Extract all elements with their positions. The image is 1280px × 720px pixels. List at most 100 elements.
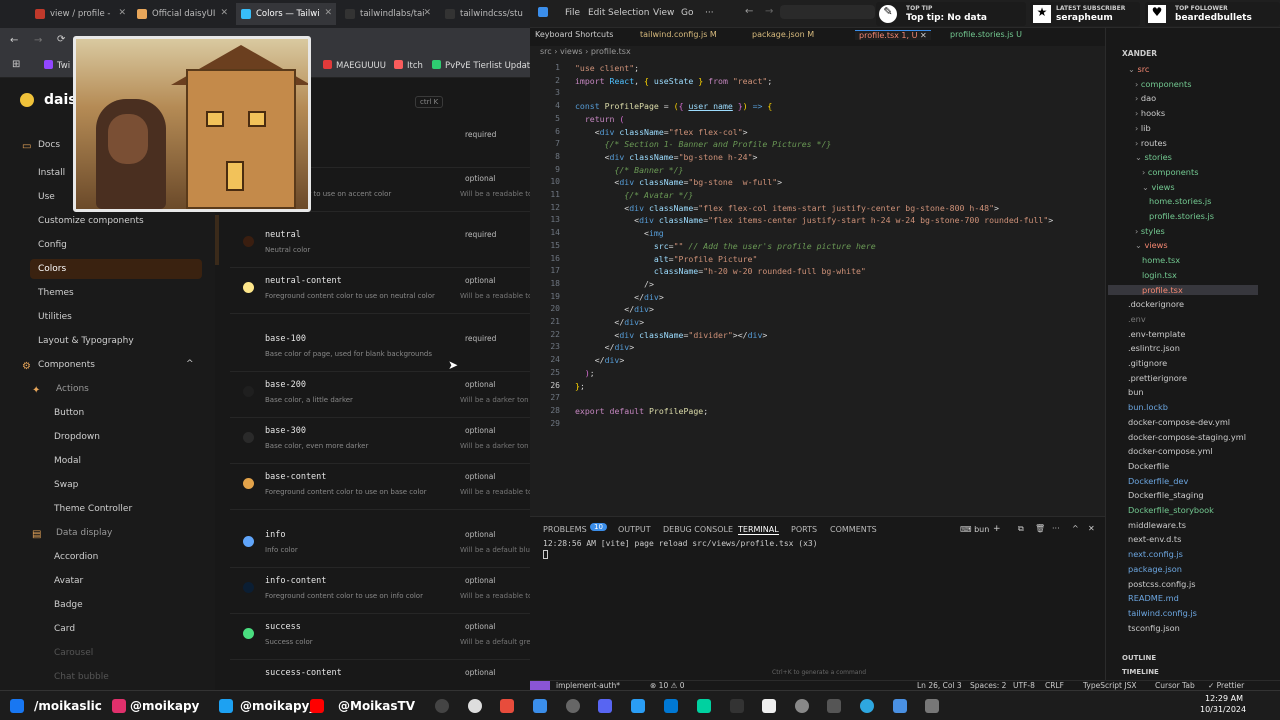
reload-icon[interactable]: ⟳ [57,34,65,45]
sidebar-item-carousel[interactable]: Carousel [54,648,93,658]
obs-icon[interactable] [566,699,580,713]
explorer-file[interactable]: .gitignore [1128,358,1167,368]
explorer-file[interactable]: bun.lockb [1128,402,1168,412]
explorer-file[interactable]: next.config.js [1128,549,1183,559]
code-line[interactable]: </div> [575,355,625,365]
sidebar-item-avatar[interactable]: Avatar [54,576,83,586]
code-line[interactable]: alt="Profile Picture" [575,254,758,264]
bookmark[interactable]: Twi [44,60,70,71]
browser-tab[interactable]: Official daisyUI ✕ [132,3,232,25]
line-ending[interactable]: CRLF [1045,681,1064,690]
explorer-file[interactable]: bun [1128,387,1144,397]
app-icon[interactable] [435,699,449,713]
breadcrumb[interactable]: src › views › profile.tsx [530,47,1105,61]
app-icon[interactable] [925,699,939,713]
maximize-panel-icon[interactable]: ^ [1072,524,1079,533]
explorer-folder[interactable]: › lib [1135,123,1151,133]
code-line[interactable]: <div className="flex items-center justif… [575,215,1053,225]
back-icon[interactable]: ← [10,35,18,46]
explorer-folder[interactable]: › routes [1135,138,1167,148]
bookmark[interactable]: PvPvE Tierlist Updat... [432,60,538,71]
trash-icon[interactable]: 🗑 [1035,524,1045,533]
sidebar-item-actions[interactable]: Actions [56,384,89,394]
bookmark[interactable]: Itch [394,60,423,71]
sidebar-item-theme-controller[interactable]: Theme Controller [54,504,132,514]
explorer-file[interactable]: package.json [1128,564,1182,574]
apps-icon[interactable]: ⊞ [12,59,20,70]
bookmark[interactable]: MAEGUUUU [323,60,386,71]
new-terminal-icon[interactable]: + [993,524,1001,534]
sidebar-item-docs[interactable]: Docs [38,140,60,150]
editor-tab[interactable]: tailwind.config.js M [640,30,717,39]
vscode-icon[interactable] [533,699,547,713]
code-line[interactable]: className="h-20 w-20 rounded-full bg-whi… [575,266,866,276]
code-editor[interactable]: 1 "use client"; 2 import React, { useState … [530,61,1105,516]
git-branch[interactable]: implement-auth* [556,681,620,690]
explorer-folder[interactable]: › dao [1135,93,1156,103]
code-line[interactable]: {/* Banner */} [575,165,683,175]
menu-edit[interactable]: Edit [588,8,605,18]
explorer-file[interactable]: .dockerignore [1128,299,1184,309]
code-line[interactable]: </div> [575,317,644,327]
close-icon[interactable]: ✕ [220,8,228,18]
explorer-file[interactable]: next-env.d.ts [1128,534,1181,544]
close-panel-icon[interactable]: ✕ [1088,524,1095,533]
sidebar-item-components[interactable]: Components [38,360,95,370]
explorer-file[interactable]: Dockerfile_storybook [1128,505,1214,515]
explorer-file[interactable]: profile.stories.js [1149,211,1214,221]
tab-debug-console[interactable]: DEBUG CONSOLE [663,525,733,534]
code-line[interactable]: /> [575,279,654,289]
explorer-file[interactable]: profile.tsx [1108,284,1258,295]
explorer-folder[interactable]: ⌄ src [1128,64,1149,74]
terminal-icon[interactable] [827,699,841,713]
terminal-name[interactable]: ⌨ bun [960,525,989,534]
code-line[interactable]: {/* Section 1- Banner and Profile Pictur… [575,139,832,149]
explorer-folder[interactable]: › styles [1135,226,1165,236]
tab-terminal[interactable]: TERMINAL [738,525,779,535]
cursor-tab[interactable]: Cursor Tab [1155,681,1195,690]
close-icon[interactable]: ✕ [118,8,126,18]
app-icon[interactable] [795,699,809,713]
explorer-file[interactable]: home.tsx [1142,255,1180,265]
explorer-file[interactable]: Dockerfile_dev [1128,476,1188,486]
menu-more[interactable]: ··· [705,8,714,18]
code-line[interactable]: return ( [575,114,624,124]
sidebar-item-modal[interactable]: Modal [54,456,81,466]
tab-ports[interactable]: PORTS [791,525,817,534]
code-line[interactable]: <div className="divider"></div> [575,330,767,340]
chevron-up-icon[interactable]: ^ [186,359,194,369]
code-line[interactable]: <img [575,228,664,238]
indentation[interactable]: Spaces: 2 [970,681,1006,690]
explorer-file[interactable]: .env-template [1128,329,1185,339]
app-icon[interactable] [762,699,776,713]
explorer-file[interactable]: tsconfig.json [1128,623,1180,633]
prettier-status[interactable]: ✓ Prettier [1208,681,1244,690]
explorer-file[interactable]: home.stories.js [1149,196,1211,206]
explorer-file[interactable]: middleware.ts [1128,520,1186,530]
close-icon[interactable]: ✕ [324,8,332,18]
app-icon[interactable] [860,699,874,713]
split-terminal-icon[interactable]: ⧉ [1018,524,1024,534]
code-line[interactable]: {/* Avatar */} [575,190,693,200]
discord-icon[interactable] [598,699,612,713]
browser-tab[interactable]: view / profile - ✕ [30,3,130,25]
explorer-folder[interactable]: ⌄ stories [1135,152,1172,162]
sidebar-item-config[interactable]: Config [38,240,67,250]
explorer-folder[interactable]: › components [1135,79,1191,89]
explorer-folder[interactable]: ⌄ views [1135,240,1168,250]
explorer-file[interactable]: postcss.config.js [1128,579,1196,589]
command-center-search[interactable] [780,5,875,19]
menu-go[interactable]: Go [681,8,693,18]
language-mode[interactable]: TypeScript JSX [1083,681,1136,690]
sidebar-item-dropdown[interactable]: Dropdown [54,432,100,442]
code-line[interactable]: "use client"; [575,63,639,73]
outline-section[interactable]: OUTLINE [1122,654,1156,662]
sidebar-item-accordion[interactable]: Accordion [54,552,98,562]
explorer-file[interactable]: Dockerfile [1128,461,1169,471]
explorer-file[interactable]: docker-compose-staging.yml [1128,432,1246,442]
explorer-file[interactable]: .env [1128,314,1146,324]
forward-icon[interactable]: → [34,35,42,46]
app-icon[interactable] [631,699,645,713]
app-icon[interactable] [664,699,678,713]
explorer-file[interactable]: tailwind.config.js [1128,608,1197,618]
